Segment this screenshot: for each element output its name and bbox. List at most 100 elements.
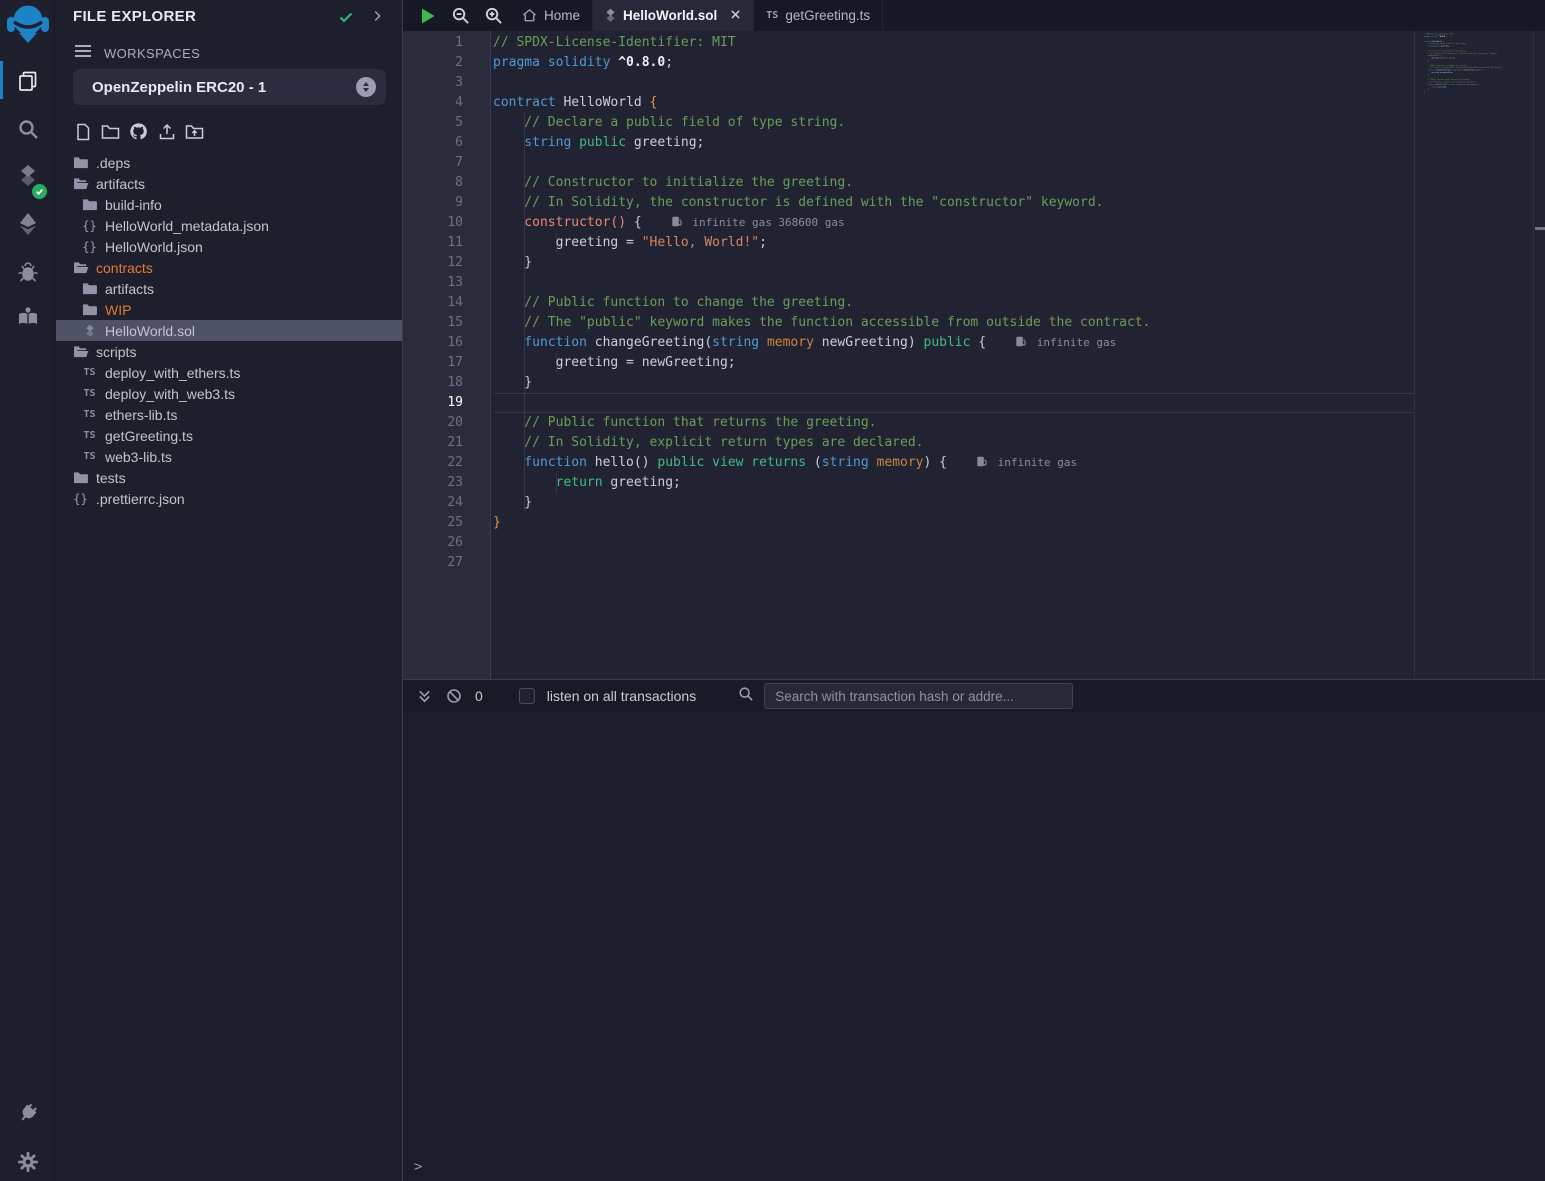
editor-ruler <box>1414 31 1415 679</box>
code-line-5[interactable]: // Declare a public field of type string… <box>493 113 1414 133</box>
code-line-10[interactable]: constructor() { infinite gas 368600 gas <box>493 213 1414 233</box>
deploy-and-run-icon[interactable] <box>0 204 55 244</box>
code-line-14[interactable]: // Public function to change the greetin… <box>493 293 1414 313</box>
code-line-18[interactable]: } <box>493 373 1414 393</box>
hamburger-menu-icon[interactable] <box>74 44 92 63</box>
search-icon[interactable] <box>0 109 55 149</box>
tree-item-helloworld-metadata-json[interactable]: {}HelloWorld_metadata.json <box>56 215 402 236</box>
terminal-search-input[interactable] <box>764 683 1073 709</box>
code-line-7[interactable] <box>493 153 1414 173</box>
zoom-in-icon[interactable] <box>477 0 510 31</box>
code-line-21[interactable]: // In Solidity, explicit return types ar… <box>493 433 1414 453</box>
panel-check-icon[interactable] <box>338 9 354 30</box>
tab-getgreeting-ts[interactable]: TS getGreeting.ts <box>754 0 883 31</box>
code-line-8[interactable]: // Constructor to initialize the greetin… <box>493 173 1414 193</box>
code-line-20[interactable]: // Public function that returns the gree… <box>493 413 1414 433</box>
code-line-25[interactable]: } <box>493 513 1414 533</box>
tab-label: HelloWorld.sol <box>623 8 717 23</box>
workspace-select[interactable]: OpenZeppelin ERC20 - 1 <box>73 69 386 105</box>
tab-helloworld-sol[interactable]: HelloWorld.sol <box>593 0 754 31</box>
code-line-11[interactable]: greeting = "Hello, World!"; <box>493 233 1414 253</box>
tree-item-tests[interactable]: tests <box>56 467 402 488</box>
zoom-out-icon[interactable] <box>444 0 477 31</box>
code-line-3[interactable] <box>493 73 1414 93</box>
line-number: 6 <box>403 133 490 153</box>
unit-testing-icon[interactable] <box>0 297 55 337</box>
listen-transactions-checkbox[interactable] <box>519 688 535 704</box>
code-line-4[interactable]: contract HelloWorld { <box>493 93 1414 113</box>
run-script-button[interactable] <box>411 0 444 31</box>
tree-item--prettierrc-json[interactable]: {}.prettierrc.json <box>56 488 402 509</box>
expand-terminal-icon[interactable] <box>409 689 439 704</box>
code-token: hello() <box>587 455 657 470</box>
tree-item-artifacts[interactable]: artifacts <box>56 278 402 299</box>
line-number: 11 <box>403 233 490 253</box>
code-line-26[interactable] <box>493 533 1414 553</box>
gas-estimate-lens[interactable]: infinite gas <box>1016 336 1116 349</box>
solidity-file-icon <box>605 8 616 23</box>
code-line-12[interactable]: } <box>493 253 1414 273</box>
tree-item--deps[interactable]: .deps <box>56 152 402 173</box>
github-icon[interactable] <box>129 122 148 141</box>
line-number: 23 <box>403 473 490 493</box>
tree-item-getgreeting-ts[interactable]: TSgetGreeting.ts <box>56 425 402 446</box>
plugin-manager-icon[interactable] <box>0 1093 55 1133</box>
clear-console-icon[interactable] <box>439 688 469 704</box>
line-number: 14 <box>403 293 490 313</box>
remix-logo-icon[interactable] <box>0 2 55 48</box>
code-line-17[interactable]: greeting = newGreeting; <box>493 353 1414 373</box>
code-token: greeting = <box>493 235 642 250</box>
tree-item-helloworld-sol[interactable]: HelloWorld.sol <box>56 320 402 341</box>
tree-item-deploy-with-web3-ts[interactable]: TSdeploy_with_web3.ts <box>56 383 402 404</box>
upload-folder-icon[interactable] <box>185 122 204 141</box>
code-token: } <box>493 255 532 270</box>
tree-item-ethers-lib-ts[interactable]: TSethers-lib.ts <box>56 404 402 425</box>
code-token: // Public function that returns the gree… <box>493 415 877 430</box>
tree-item-deploy-with-ethers-ts[interactable]: TSdeploy_with_ethers.ts <box>56 362 402 383</box>
tree-item-contracts[interactable]: contracts <box>56 257 402 278</box>
code-line-27[interactable] <box>493 553 1414 573</box>
tree-item-wip[interactable]: WIP <box>56 299 402 320</box>
tree-item-label: build-info <box>105 197 162 213</box>
code-line-9[interactable]: // In Solidity, the constructor is defin… <box>493 193 1414 213</box>
code-token: "Hello, World!" <box>642 235 759 250</box>
code-line-24[interactable]: } <box>493 493 1414 513</box>
code-line-6[interactable]: string public greeting; <box>493 133 1414 153</box>
code-line-13[interactable] <box>493 273 1414 293</box>
code-line-27[interactable] <box>1424 95 1530 97</box>
tree-item-web3-lib-ts[interactable]: TSweb3-lib.ts <box>56 446 402 467</box>
code-token: greeting; <box>603 475 681 490</box>
code-editor[interactable]: 1234567891011121314151617181920212223242… <box>403 31 1545 679</box>
code-line-15[interactable]: // The "public" keyword makes the functi… <box>493 313 1414 333</box>
tab-home[interactable]: Home <box>510 0 593 31</box>
solidity-compiler-icon[interactable] <box>0 157 55 197</box>
tree-item-artifacts[interactable]: artifacts <box>56 173 402 194</box>
tree-item-helloworld-json[interactable]: {}HelloWorld.json <box>56 236 402 257</box>
tree-item-build-info[interactable]: build-info <box>56 194 402 215</box>
file-explorer-icon[interactable] <box>0 61 55 101</box>
code-line-2[interactable]: pragma solidity ^0.8.0; <box>493 53 1414 73</box>
code-token: // Public function to change the greetin… <box>493 295 853 310</box>
code-line-22[interactable]: function hello() public view returns (st… <box>493 453 1414 473</box>
new-folder-icon[interactable] <box>101 122 120 141</box>
line-number: 18 <box>403 373 490 393</box>
code-line-1[interactable]: // SPDX-License-Identifier: MIT <box>493 33 1414 53</box>
terminal-output[interactable]: > <box>403 712 1545 1181</box>
minimap[interactable]: // SPDX-License-Identifier: MITpragma so… <box>1424 33 1530 173</box>
close-tab-icon[interactable] <box>730 8 741 23</box>
gas-estimate-lens[interactable]: infinite gas <box>977 456 1077 469</box>
code-line-19[interactable] <box>493 393 1414 413</box>
new-file-icon[interactable] <box>73 122 92 141</box>
tree-item-scripts[interactable]: scripts <box>56 341 402 362</box>
settings-gear-icon[interactable] <box>0 1142 55 1181</box>
code-token: } <box>493 515 501 530</box>
code-line-23[interactable]: return greeting; <box>493 473 1414 493</box>
code-token: function <box>493 335 587 350</box>
gas-estimate-lens[interactable]: infinite gas 368600 gas <box>672 216 845 229</box>
code-token: // SPDX-License-Identifier: MIT <box>493 35 736 50</box>
code-line-16[interactable]: function changeGreeting(string memory ne… <box>493 333 1414 353</box>
debugger-icon[interactable] <box>0 252 55 292</box>
upload-file-icon[interactable] <box>157 122 176 141</box>
code-token: // Declare a public field of type string… <box>493 115 845 130</box>
panel-chevron-right-icon[interactable] <box>370 9 384 28</box>
